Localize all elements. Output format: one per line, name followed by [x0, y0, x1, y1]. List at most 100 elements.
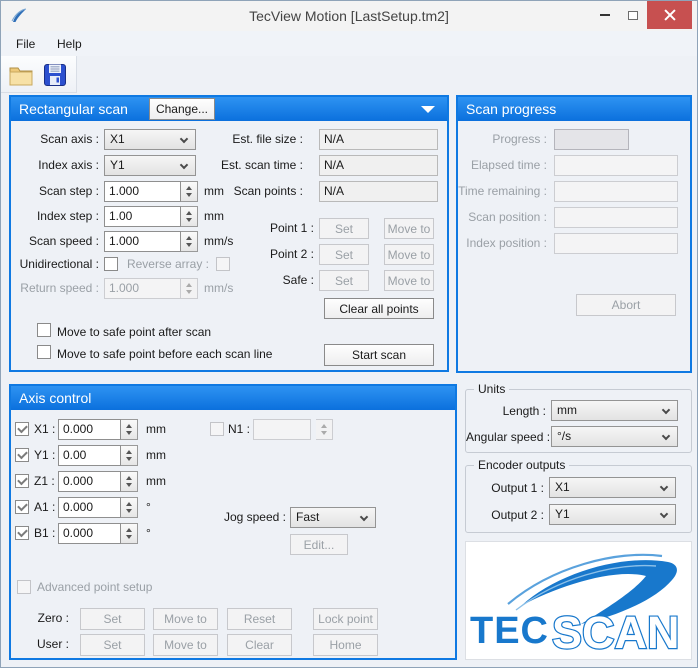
index-step-input[interactable]: 1.00 [104, 206, 181, 227]
index-step-spinner[interactable] [181, 206, 198, 227]
scan-progress-title: Scan progress [466, 101, 557, 117]
axis-x1-unit: mm [146, 422, 166, 436]
minimize-icon [600, 14, 610, 16]
maximize-button[interactable] [620, 1, 646, 29]
jog-edit-button: Edit... [290, 534, 348, 555]
rectangular-scan-panel: Rectangular scan Change... Scan axis : X… [9, 95, 449, 372]
axis-a1-input[interactable]: 0.000 [58, 497, 121, 518]
axis-n1-checkbox [210, 422, 224, 436]
axis-y1-label: Y1 : [34, 448, 56, 462]
axis-b1-label: B1 : [34, 526, 56, 540]
time-remaining-value [554, 181, 678, 202]
est-file-size-value: N/A [319, 129, 438, 150]
axis-z1-checkbox [15, 474, 29, 488]
minimize-button[interactable] [593, 1, 617, 29]
zero-move-button: Move to [153, 608, 218, 630]
spin-down-icon [186, 193, 192, 198]
clear-all-points-button[interactable]: Clear all points [324, 298, 434, 319]
output1-select[interactable]: X1 [549, 477, 676, 498]
spin-up-icon [126, 475, 132, 480]
output2-value: Y1 [555, 507, 570, 521]
safe-after-scan-checkbox[interactable] [37, 323, 51, 337]
spin-up-icon [126, 527, 132, 532]
spin-up-icon [126, 501, 132, 506]
scan-position-label: Scan position : [468, 210, 547, 224]
point1-set-button: Set [319, 218, 369, 239]
scan-speed-input[interactable]: 1.000 [104, 231, 181, 252]
close-icon [663, 8, 677, 22]
chevron-down-icon [661, 431, 671, 441]
menu-help[interactable]: Help [51, 34, 88, 54]
angular-speed-value: °/s [557, 429, 572, 443]
length-unit-select[interactable]: mm [551, 400, 678, 421]
start-scan-button[interactable]: Start scan [324, 344, 434, 366]
home-button: Home [313, 634, 378, 656]
jog-speed-select[interactable]: Fast [290, 507, 376, 528]
progress-label: Progress : [492, 132, 547, 146]
close-button[interactable] [647, 1, 692, 29]
output2-select[interactable]: Y1 [549, 504, 676, 525]
axis-a1-spinner[interactable] [121, 497, 138, 518]
spin-up-icon [186, 235, 192, 240]
reverse-array-label: Reverse array : [126, 257, 209, 271]
est-scan-time-value: N/A [319, 155, 438, 176]
index-step-label: Index step : [36, 209, 99, 223]
axis-y1-spinner[interactable] [121, 445, 138, 466]
abort-button: Abort [576, 294, 676, 316]
units-group-title: Units [474, 382, 510, 397]
units-group: Units Length : mm Angular speed : °/s [465, 382, 692, 453]
scan-position-value [554, 207, 678, 228]
axis-b1-input[interactable]: 0.000 [58, 523, 121, 544]
axis-y1-checkbox [15, 448, 29, 462]
spin-down-icon [126, 457, 132, 462]
collapse-panel-icon[interactable] [421, 106, 435, 113]
axis-b1-unit: ° [146, 526, 151, 540]
axis-a1-label: A1 : [34, 500, 56, 514]
output1-value: X1 [555, 480, 570, 494]
axis-z1-spinner[interactable] [121, 471, 138, 492]
axis-n1-label: N1 : [228, 422, 251, 436]
encoder-outputs-group: Encoder outputs Output 1 : X1 Output 2 :… [465, 458, 692, 533]
unidirectional-checkbox[interactable] [104, 257, 118, 271]
axis-b1-spinner[interactable] [121, 523, 138, 544]
scan-axis-select[interactable]: X1 [104, 129, 196, 150]
change-scan-type-button[interactable]: Change... [149, 98, 215, 120]
return-speed-unit: mm/s [204, 281, 234, 295]
axis-x1-input[interactable]: 0.000 [58, 419, 121, 440]
point2-label: Point 2 : [269, 247, 314, 261]
est-file-size-label: Est. file size : [232, 132, 303, 146]
index-position-value [554, 233, 678, 254]
axis-z1-unit: mm [146, 474, 166, 488]
return-speed-label: Return speed : [20, 281, 99, 295]
spin-down-icon [186, 243, 192, 248]
axis-x1-checkbox [15, 422, 29, 436]
spin-down-icon [321, 431, 327, 436]
menu-file[interactable]: File [10, 34, 41, 54]
axis-x1-spinner[interactable] [121, 419, 138, 440]
save-file-button[interactable] [39, 58, 71, 91]
axis-z1-input[interactable]: 0.000 [58, 471, 121, 492]
elapsed-time-value [554, 155, 678, 176]
axis-control-header: Axis control [11, 386, 455, 410]
spin-up-icon [321, 423, 327, 428]
scan-points-value: N/A [319, 181, 438, 202]
scan-step-input[interactable]: 1.000 [104, 181, 181, 202]
axis-y1-input[interactable]: 0.00 [58, 445, 121, 466]
axis-a1-checkbox [15, 500, 29, 514]
zero-row-label: Zero : [37, 611, 69, 625]
return-speed-input: 1.000 [104, 278, 181, 299]
scan-speed-spinner[interactable] [181, 231, 198, 252]
axis-y1-unit: mm [146, 448, 166, 462]
index-axis-label: Index axis : [38, 158, 99, 172]
spin-down-icon [126, 509, 132, 514]
safe-before-line-checkbox[interactable] [37, 345, 51, 359]
user-move-button: Move to [153, 634, 218, 656]
index-axis-select[interactable]: Y1 [104, 155, 196, 176]
open-file-button[interactable] [5, 58, 37, 91]
scan-step-spinner[interactable] [181, 181, 198, 202]
logo-text-tec: TEC [470, 610, 549, 652]
angular-speed-select[interactable]: °/s [551, 426, 678, 447]
maximize-icon [628, 10, 638, 20]
output2-label: Output 2 : [491, 508, 544, 522]
est-scan-time-label: Est. scan time : [220, 158, 303, 172]
